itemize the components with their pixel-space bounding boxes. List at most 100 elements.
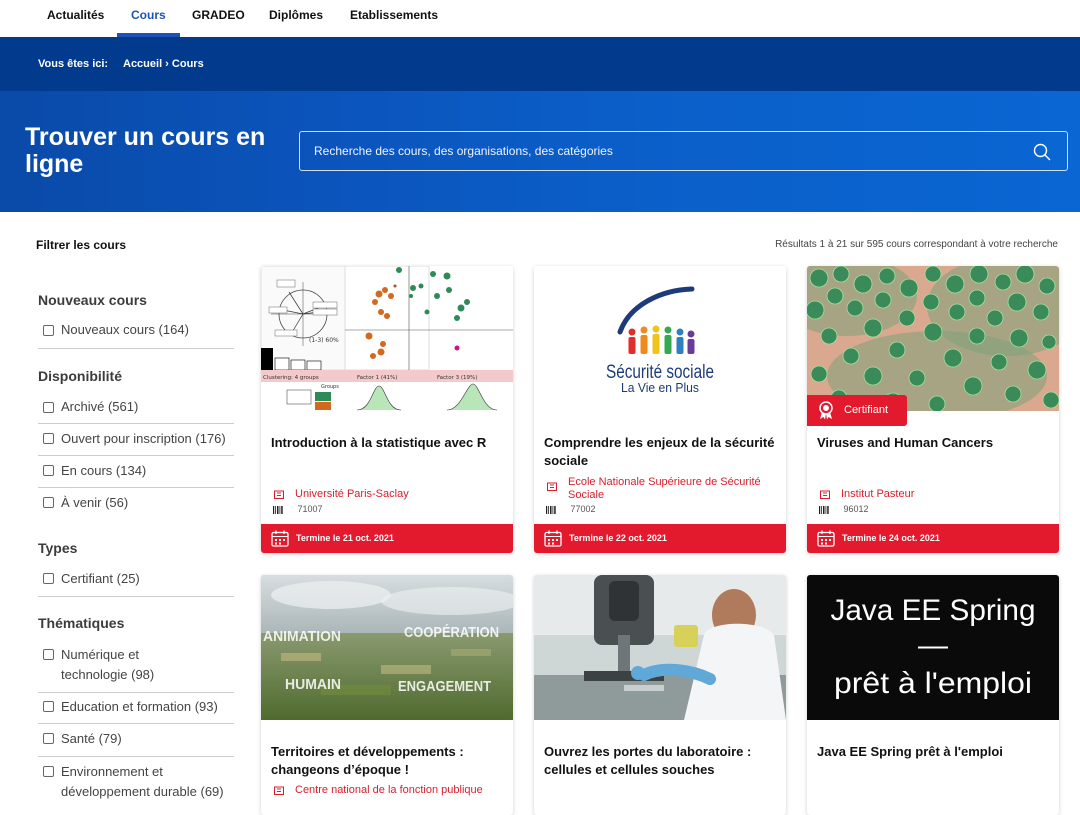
course-image: Sécurité sociale La Vie en Plus [534, 266, 786, 411]
course-end-date: Termine le 24 oct. 2021 [807, 524, 1059, 553]
course-title[interactable]: Viruses and Human Cancers [817, 434, 1049, 452]
search-input[interactable] [300, 132, 1000, 170]
checkbox[interactable] [43, 497, 54, 508]
nav-item-actualites[interactable]: Actualités [47, 0, 104, 37]
nav-item-gradeo[interactable]: GRADEO [192, 0, 245, 37]
course-title[interactable]: Comprendre les enjeux de la sécurité soc… [544, 434, 776, 470]
filter-option-a-venir[interactable]: À venir (56) [38, 493, 234, 520]
checkbox[interactable] [43, 766, 54, 777]
course-title[interactable]: Java EE Spring prêt à l'emploi [817, 743, 1049, 761]
course-title[interactable]: Introduction à la statistique avec R [271, 434, 503, 452]
checkbox[interactable] [43, 573, 54, 584]
course-card[interactable]: ANIMATION COOPÉRATION HUMAIN ENGAGEMENT … [261, 575, 513, 815]
organization-name: Université Paris-Saclay [295, 488, 409, 500]
course-code-value: 77002 [570, 504, 596, 514]
course-organization[interactable]: Institut Pasteur [819, 488, 1047, 501]
end-date-label: Termine le 24 oct. 2021 [842, 533, 940, 543]
course-image [807, 266, 1059, 411]
course-end-date: Termine le 21 oct. 2021 [261, 524, 513, 553]
chart-label: Groups [321, 384, 339, 390]
checkbox[interactable] [43, 733, 54, 744]
checkbox[interactable] [43, 649, 54, 660]
filter-option-archive[interactable]: Archivé (561) [38, 397, 234, 424]
group-title-thematiques: Thématiques [38, 615, 125, 631]
top-nav: Actualités Cours GRADEO Diplômes Etablis… [0, 0, 1080, 37]
course-card[interactable]: Ouvrez les portes du laboratoire : cellu… [534, 575, 786, 815]
barcode-icon [273, 505, 283, 514]
course-image: (1-3) 60% Clustering: 4 groups Factor 1 … [261, 266, 513, 411]
course-image: ANIMATION COOPÉRATION HUMAIN ENGAGEMENT [261, 575, 513, 720]
java-title-line: prêt à l'emploi [834, 667, 1032, 700]
chart-label: Factor 1 (41%) [357, 375, 397, 381]
course-organization[interactable]: Ecole Nationale Supérieure de Sécurité S… [546, 476, 774, 502]
virus-microscopy-image [807, 266, 1059, 411]
filter-option-label: À venir (56) [61, 495, 129, 510]
chart-label: Clustering: 4 groups [263, 375, 319, 381]
filter-option-label: Santé (79) [61, 731, 122, 746]
results-count: Résultats 1 à 21 sur 595 cours correspon… [775, 239, 1058, 250]
group-title-types: Types [38, 540, 78, 556]
filter-option-label: En cours (134) [61, 463, 147, 478]
nav-item-etablissements[interactable]: Etablissements [350, 0, 438, 37]
filter-option-numerique[interactable]: Numérique et technologie (98) [38, 645, 234, 693]
filter-option-label: Nouveaux cours (164) [61, 322, 189, 337]
building-icon [547, 482, 557, 491]
filter-option-ouvert[interactable]: Ouvert pour inscription (176) [38, 429, 234, 456]
course-image [534, 575, 786, 720]
course-code: 96012 [819, 504, 869, 514]
checkbox[interactable] [43, 325, 54, 336]
landscape-word: COOPÉRATION [404, 624, 499, 641]
course-code: 77002 [546, 504, 596, 514]
java-title-line: Java EE Spring [831, 594, 1036, 627]
checkbox[interactable] [43, 701, 54, 712]
checkbox[interactable] [43, 465, 54, 476]
filter-option-label: Archivé (561) [61, 399, 139, 414]
calendar-icon [817, 530, 835, 547]
course-organization[interactable]: Centre national de la fonction publique [273, 784, 501, 797]
search-icon[interactable] [1033, 143, 1051, 161]
course-organization[interactable]: Université Paris-Saclay [273, 488, 501, 501]
course-code-value: 96012 [843, 504, 869, 514]
course-card[interactable]: Java EE Spring — prêt à l'emploi Java EE… [807, 575, 1059, 815]
java-title-line: — [918, 629, 948, 662]
organization-name: Institut Pasteur [841, 488, 915, 500]
filter-option-label: Numérique et technologie (98) [61, 647, 155, 682]
filter-option-label: Ouvert pour inscription (176) [61, 431, 226, 446]
course-card[interactable]: Sécurité sociale La Vie en Plus Comprend… [534, 266, 786, 553]
building-icon [274, 490, 284, 499]
filter-option-en-cours[interactable]: En cours (134) [38, 461, 234, 488]
breadcrumb-path[interactable]: Accueil › Cours [123, 58, 204, 70]
landscape-image: ANIMATION COOPÉRATION HUMAIN ENGAGEMENT [261, 575, 513, 720]
breadcrumb: Vous êtes ici: Accueil › Cours [0, 37, 1080, 91]
filter-option-certifiant[interactable]: Certifiant (25) [38, 569, 234, 597]
filter-option-environnement[interactable]: Environnement et développement durable (… [38, 762, 234, 802]
checkbox[interactable] [43, 433, 54, 444]
filter-option-sante[interactable]: Santé (79) [38, 729, 234, 757]
course-title[interactable]: Ouvrez les portes du laboratoire : cellu… [544, 743, 776, 779]
landscape-word: ENGAGEMENT [398, 678, 491, 695]
course-card[interactable]: (1-3) 60% Clustering: 4 groups Factor 1 … [261, 266, 513, 553]
award-ribbon-icon [819, 401, 833, 420]
organization-name: Centre national de la fonction publique [295, 784, 483, 796]
search-box [299, 131, 1068, 171]
filter-option-label: Environnement et développement durable (… [61, 764, 224, 799]
end-date-label: Termine le 22 oct. 2021 [569, 533, 667, 543]
course-title[interactable]: Territoires et développements : changeon… [271, 743, 503, 779]
nav-item-diplomes[interactable]: Diplômes [269, 0, 323, 37]
calendar-icon [271, 530, 289, 547]
end-date-label: Termine le 21 oct. 2021 [296, 533, 394, 543]
barcode-icon [546, 505, 556, 514]
filter-option-education[interactable]: Education et formation (93) [38, 697, 234, 724]
landscape-word: HUMAIN [285, 676, 341, 693]
nav-item-cours[interactable]: Cours [117, 0, 180, 37]
building-icon [820, 490, 830, 499]
lab-image [534, 575, 786, 720]
course-code-value: 71007 [297, 504, 323, 514]
stats-chart-image: (1-3) 60% Clustering: 4 groups Factor 1 … [261, 266, 513, 411]
group-title-nouveaux: Nouveaux cours [38, 292, 147, 308]
organization-name: Ecole Nationale Supérieure de Sécurité S… [568, 476, 761, 501]
filter-option-nouveaux[interactable]: Nouveaux cours (164) [38, 320, 234, 349]
course-card[interactable]: Certifiant Viruses and Human Cancers Ins… [807, 266, 1059, 553]
checkbox[interactable] [43, 402, 54, 413]
securite-sociale-logo: Sécurité sociale La Vie en Plus [534, 266, 786, 411]
